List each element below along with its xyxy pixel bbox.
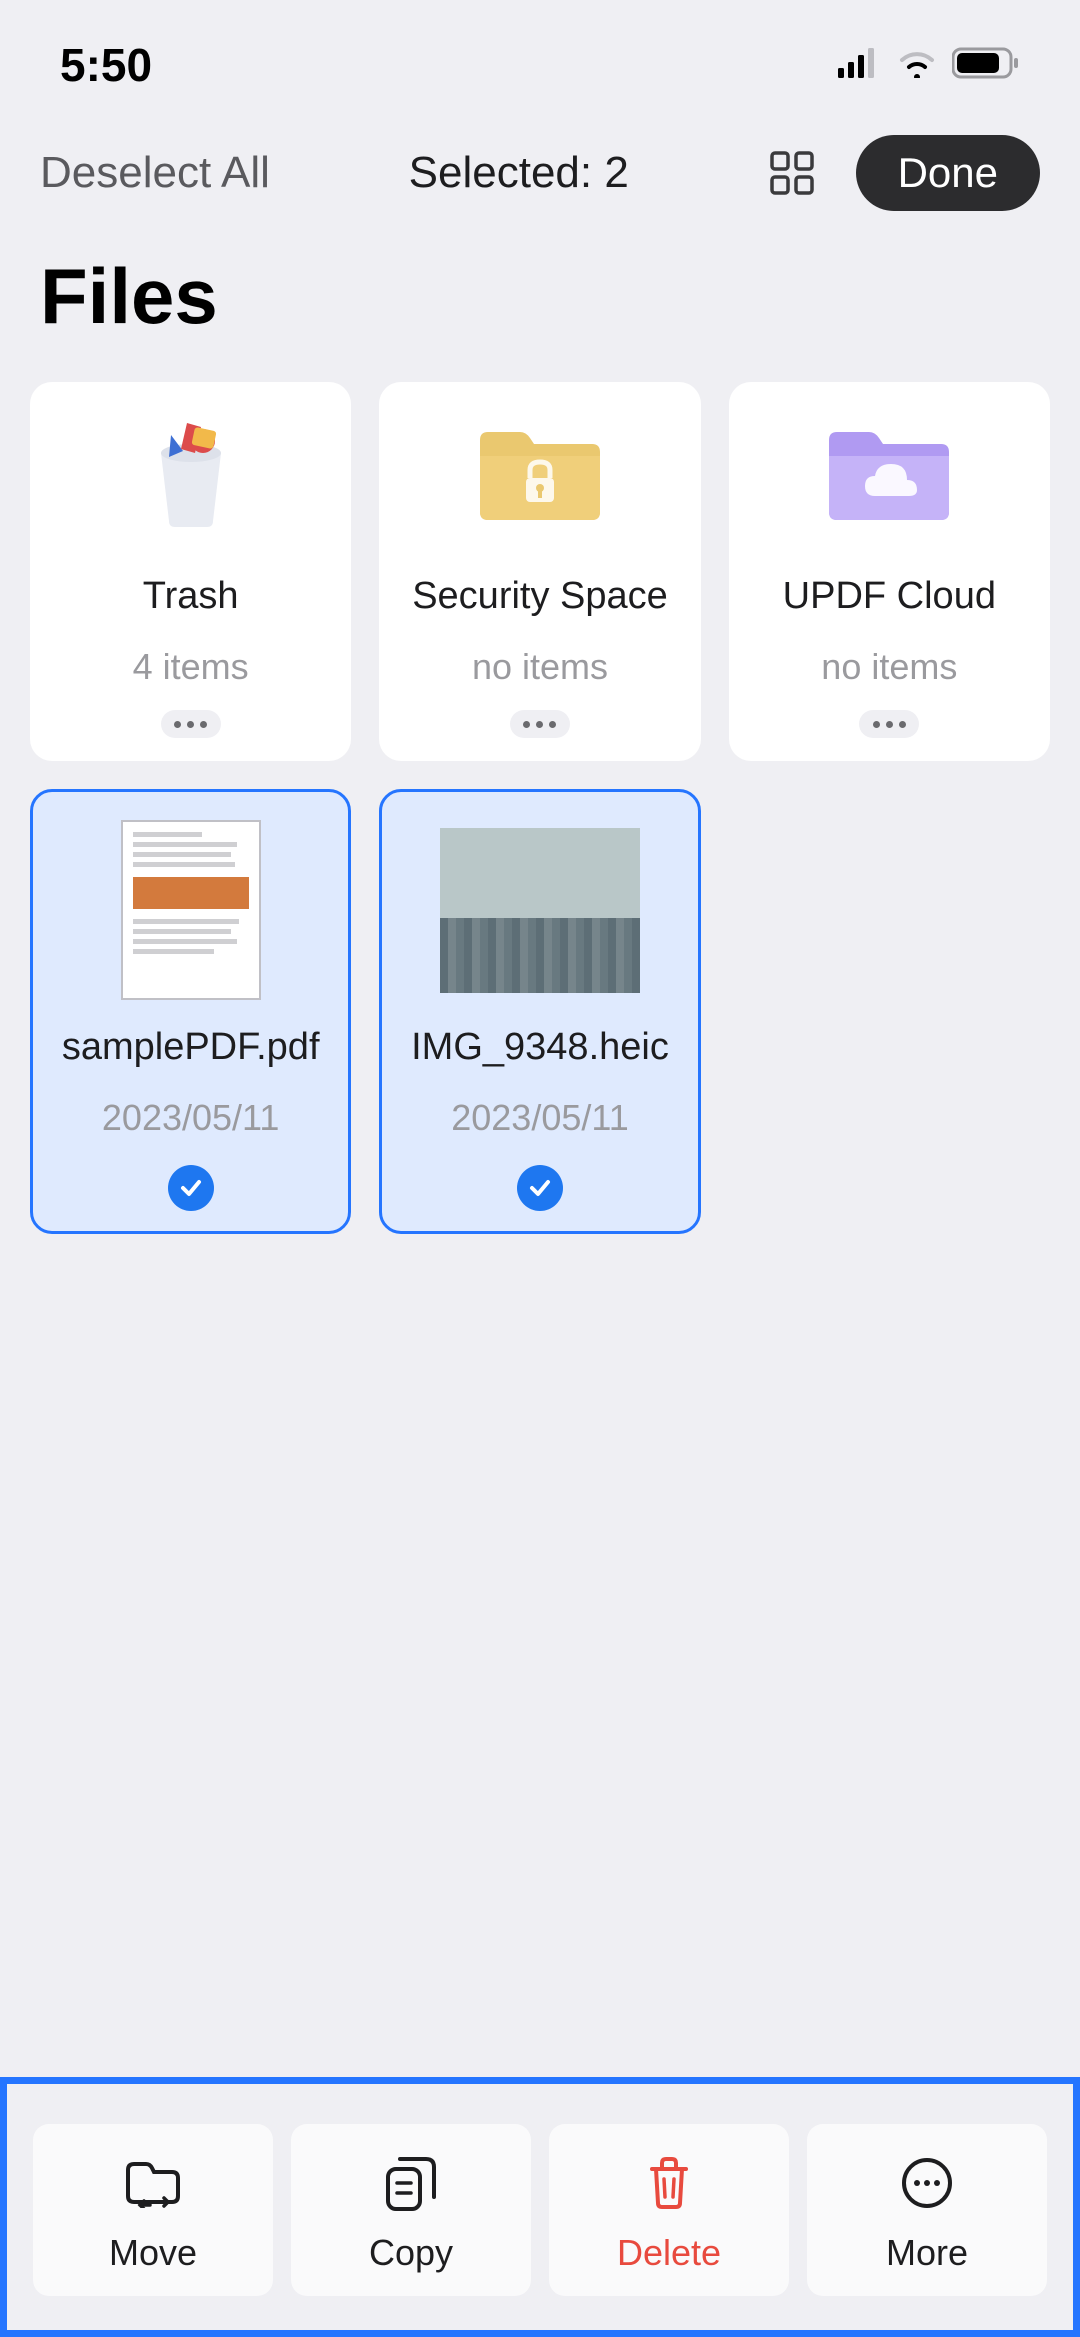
top-toolbar: Deselect All Selected: 2 Done bbox=[0, 115, 1080, 231]
ellipsis-icon bbox=[523, 721, 556, 728]
wifi-icon bbox=[897, 48, 937, 83]
action-label: Move bbox=[109, 2232, 197, 2274]
status-time: 5:50 bbox=[60, 38, 152, 92]
move-icon bbox=[122, 2152, 184, 2214]
bottom-action-frame: Move Copy bbox=[0, 2077, 1080, 2337]
folder-card-trash[interactable]: Trash 4 items bbox=[30, 382, 351, 761]
folder-name: Security Space bbox=[412, 575, 668, 618]
action-label: More bbox=[886, 2232, 968, 2274]
more-button[interactable] bbox=[510, 710, 570, 738]
battery-icon bbox=[952, 47, 1020, 84]
more-icon bbox=[896, 2152, 958, 2214]
files-grid: Trash 4 items Security Space no items bbox=[0, 382, 1080, 1234]
security-folder-icon bbox=[460, 413, 620, 533]
action-bar: Move Copy bbox=[33, 2124, 1047, 2296]
deselect-all-button[interactable]: Deselect All bbox=[40, 148, 270, 198]
signal-icon bbox=[838, 48, 882, 83]
ellipsis-icon bbox=[873, 721, 906, 728]
file-card-samplepdf[interactable]: samplePDF.pdf 2023/05/11 bbox=[30, 789, 351, 1234]
status-bar: 5:50 bbox=[0, 0, 1080, 115]
action-label: Delete bbox=[617, 2232, 721, 2274]
more-button[interactable] bbox=[161, 710, 221, 738]
delete-icon bbox=[638, 2152, 700, 2214]
more-button[interactable] bbox=[859, 710, 919, 738]
trash-icon bbox=[111, 413, 271, 533]
image-thumbnail bbox=[440, 820, 640, 1000]
file-date: 2023/05/11 bbox=[451, 1097, 629, 1139]
move-button[interactable]: Move bbox=[33, 2124, 273, 2296]
folder-subtitle: 4 items bbox=[133, 646, 249, 688]
folder-subtitle: no items bbox=[472, 646, 608, 688]
grid-view-icon[interactable] bbox=[768, 149, 816, 197]
copy-button[interactable]: Copy bbox=[291, 2124, 531, 2296]
copy-icon bbox=[380, 2152, 442, 2214]
pdf-thumbnail bbox=[91, 820, 291, 1000]
cloud-folder-icon bbox=[809, 413, 969, 533]
selected-count: Selected: 2 bbox=[290, 148, 748, 198]
file-card-img9348[interactable]: IMG_9348.heic 2023/05/11 bbox=[379, 789, 700, 1234]
folder-card-cloud[interactable]: UPDF Cloud no items bbox=[729, 382, 1050, 761]
ellipsis-icon bbox=[174, 721, 207, 728]
file-date: 2023/05/11 bbox=[102, 1097, 280, 1139]
folder-subtitle: no items bbox=[821, 646, 957, 688]
folder-name: Trash bbox=[143, 575, 239, 618]
selected-check-icon[interactable] bbox=[517, 1165, 563, 1211]
done-button[interactable]: Done bbox=[856, 135, 1040, 211]
status-icons bbox=[838, 47, 1020, 84]
selected-check-icon[interactable] bbox=[168, 1165, 214, 1211]
folder-card-security[interactable]: Security Space no items bbox=[379, 382, 700, 761]
action-label: Copy bbox=[369, 2232, 453, 2274]
file-name: samplePDF.pdf bbox=[62, 1026, 320, 1069]
folder-name: UPDF Cloud bbox=[783, 575, 996, 618]
page-title: Files bbox=[0, 231, 1080, 382]
file-name: IMG_9348.heic bbox=[411, 1026, 669, 1069]
delete-button[interactable]: Delete bbox=[549, 2124, 789, 2296]
more-action-button[interactable]: More bbox=[807, 2124, 1047, 2296]
